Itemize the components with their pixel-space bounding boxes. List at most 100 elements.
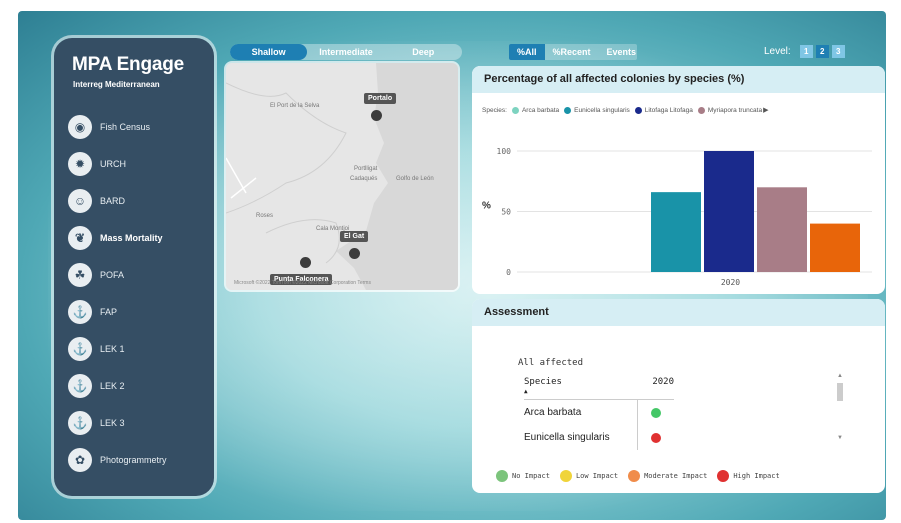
level-option-2[interactable]: 2 — [815, 45, 829, 58]
sidebar-item-pofa[interactable]: ☘ POFA — [68, 256, 208, 293]
sidebar-item-label: LEK 3 — [100, 417, 125, 428]
sidebar-item-label: Fish Census — [100, 121, 151, 132]
fish-icon: ◉ — [68, 114, 92, 139]
bar[interactable] — [810, 223, 860, 272]
sidebar-item-label: FAP — [100, 306, 118, 317]
status-dot — [651, 432, 661, 443]
x-tick-label: 2020 — [721, 278, 740, 287]
sidebar-item-urch[interactable]: ✹ URCH — [68, 145, 208, 182]
seagrass-icon: ☘ — [68, 262, 92, 287]
table-scrollbar[interactable]: ▲ ▼ — [836, 373, 844, 453]
marker-portalo[interactable] — [371, 110, 382, 121]
legend-item[interactable]: Eunicella singularis — [574, 107, 630, 114]
sidebar-item-label: URCH — [100, 158, 126, 169]
diver-icon: ☺ — [68, 188, 92, 213]
map-place-label: Cadaqués — [350, 176, 378, 182]
level-label: Level: — [764, 46, 791, 57]
sidebar-item-lek-1[interactable]: ⚓ LEK 1 — [68, 330, 208, 367]
boat-icon: ⚓ — [68, 373, 92, 398]
impact-dot — [496, 470, 508, 482]
bar[interactable] — [757, 187, 807, 272]
sidebar-item-label: Photogrammetry — [100, 454, 167, 465]
tab-deep[interactable]: Deep — [385, 44, 462, 60]
sidebar-item-fap[interactable]: ⚓ FAP — [68, 293, 208, 330]
chart-legend: Species: Arca barbata Eunicella singular… — [482, 106, 768, 114]
y-tick-label: 50 — [501, 208, 511, 217]
y-tick-label: 0 — [506, 268, 511, 277]
marker-el-gat[interactable] — [349, 248, 360, 259]
tab-intermediate[interactable]: Intermediate — [307, 44, 384, 60]
legend-prefix: Species: — [482, 106, 507, 114]
app-subtitle: Interreg Mediterranean — [73, 80, 160, 89]
impact-dot — [559, 470, 572, 482]
scroll-up-icon[interactable]: ▲ — [836, 373, 844, 379]
boat-icon: ⚓ — [68, 410, 92, 435]
sidebar-nav: ◉ Fish Census ✹ URCH ☺ BARD ❦ Mass Morta… — [68, 108, 208, 478]
column-header-year: 2020 — [652, 377, 674, 387]
sidebar-item-label: LEK 1 — [100, 343, 125, 354]
coral-icon: ❦ — [68, 225, 92, 250]
sidebar-item-fish-census[interactable]: ◉ Fish Census — [68, 108, 208, 145]
legend-item[interactable]: Arca barbata — [522, 107, 559, 114]
tab-percent-recent[interactable]: %Recent — [545, 44, 599, 60]
map[interactable]: El Port de la Selva Portlligat Cadaqués … — [226, 63, 458, 290]
sidebar-item-mass-mortality[interactable]: ❦ Mass Mortality — [68, 219, 208, 256]
sidebar-item-label: Mass Mortality — [100, 232, 163, 243]
impact-legend: No Impact Low Impact Moderate Impact Hig… — [496, 470, 780, 482]
marker-label-portalo: Portalo — [364, 93, 397, 104]
sidebar-item-label: POFA — [100, 269, 125, 280]
assessment-table: Species ▲ 2020 Arca barbata Eunicella si… — [524, 377, 674, 450]
tab-events[interactable]: Events — [599, 44, 637, 60]
impact-dot — [717, 470, 730, 482]
assessment-table-title: All affected — [518, 358, 584, 368]
sidebar-item-photogrammetry[interactable]: ✿ Photogrammetry — [68, 441, 208, 478]
chart-title: Percentage of all affected colonies by s… — [472, 66, 885, 93]
legend-item[interactable]: Litofaga Litofaga — [645, 107, 693, 114]
urchin-icon: ✹ — [68, 151, 92, 176]
status-dot — [651, 407, 661, 418]
metric-tabs: %All %Recent Events — [509, 44, 637, 60]
bar-chart: 0 50 100% 2020 — [482, 147, 872, 287]
map-place-label: El Port de la Selva — [270, 103, 320, 109]
impact-dot — [628, 470, 641, 482]
species-name: Eunicella singularis — [524, 425, 638, 450]
marker-label-el-gat: El Gat — [340, 231, 369, 242]
bar[interactable] — [704, 151, 754, 272]
level-option-1[interactable]: 1 — [799, 45, 813, 58]
marker-punta-falconera[interactable] — [300, 257, 311, 268]
assessment-header: Assessment — [472, 299, 885, 326]
legend-swatch — [511, 106, 519, 114]
photogrammetry-icon: ✿ — [68, 447, 92, 472]
y-axis-label: % — [482, 200, 491, 211]
level-option-3[interactable]: 3 — [831, 45, 845, 58]
level-selector: Level: 1 2 3 — [764, 45, 845, 58]
map-place-label: Roses — [256, 213, 274, 219]
column-header-species[interactable]: Species ▲ — [524, 377, 562, 399]
sidebar-item-label: BARD — [100, 195, 126, 206]
y-tick-label: 100 — [497, 147, 512, 156]
sort-up-icon: ▲ — [524, 388, 528, 395]
map-place-label: Portlligat — [354, 166, 378, 172]
bar[interactable] — [651, 192, 701, 272]
scroll-down-icon[interactable]: ▼ — [836, 435, 844, 441]
impact-label: No Impact — [512, 472, 550, 480]
tab-shallow[interactable]: Shallow — [230, 44, 308, 60]
app-background: MPA Engage Interreg Mediterranean ◉ Fish… — [18, 11, 886, 520]
tab-percent-all[interactable]: %All — [509, 44, 545, 60]
legend-swatch — [634, 106, 642, 114]
legend-item[interactable]: Myriapora truncata — [708, 107, 762, 114]
boat-icon: ⚓ — [68, 336, 92, 361]
scroll-thumb[interactable] — [837, 383, 843, 401]
legend-next-arrow[interactable]: ▶ — [763, 106, 768, 114]
sidebar-item-lek-3[interactable]: ⚓ LEK 3 — [68, 404, 208, 441]
sidebar-item-lek-2[interactable]: ⚓ LEK 2 — [68, 367, 208, 404]
legend-swatch — [564, 106, 572, 114]
depth-tabs: Shallow Intermediate Deep — [230, 44, 462, 60]
sidebar: MPA Engage Interreg Mediterranean ◉ Fish… — [54, 38, 214, 496]
sidebar-item-label: LEK 2 — [100, 380, 125, 391]
map-attribution: Microsoft ©2022 TomTom ©2022 Microsoft C… — [234, 280, 371, 286]
chart-card: Percentage of all affected colonies by s… — [472, 66, 885, 294]
species-name: Arca barbata — [524, 400, 638, 425]
sidebar-item-bard[interactable]: ☺ BARD — [68, 182, 208, 219]
table-row: Arca barbata — [524, 400, 674, 425]
